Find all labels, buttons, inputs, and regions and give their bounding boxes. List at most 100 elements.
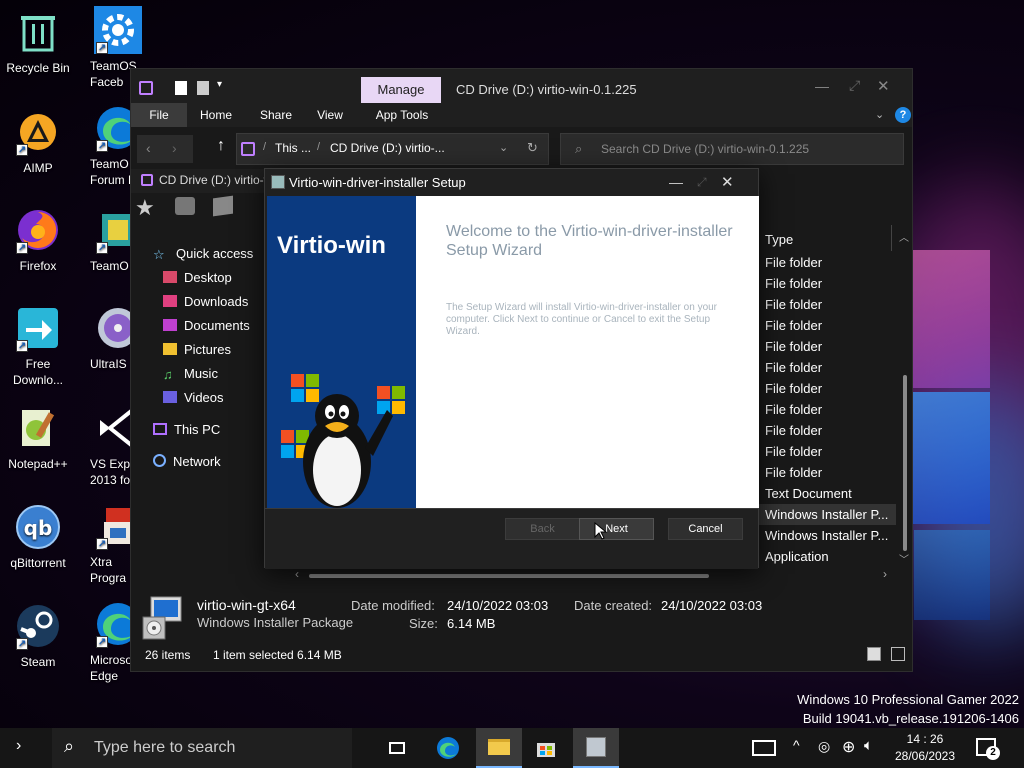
up-arrow-icon[interactable]: ↑ [217, 137, 225, 155]
windows-watermark: Windows 10 Professional Gamer 2022 Build… [797, 690, 1019, 728]
desktop-icon-firefox[interactable]: Firefox [0, 206, 76, 274]
type-cell[interactable]: Windows Installer P... [759, 504, 896, 525]
scroll-up-chevron-icon[interactable]: ︿ [899, 229, 909, 244]
start-chevron-icon[interactable]: › [16, 737, 21, 755]
back-button[interactable]: Back [505, 518, 580, 540]
type-cell[interactable]: File folder [759, 420, 896, 441]
refresh-icon[interactable]: ↻ [527, 140, 538, 156]
scroll-right-chevron-icon[interactable]: › [883, 567, 887, 581]
scrollbar-thumb[interactable] [903, 375, 907, 551]
shortcut-arrow-icon [16, 143, 28, 159]
taskbar-file-explorer[interactable] [476, 728, 522, 768]
search-input[interactable]: ⌕ Search CD Drive (D:) virtio-win-0.1.22… [560, 133, 904, 165]
volume-muted-icon[interactable]: 🔈︎ [864, 737, 873, 754]
properties-quick-icon[interactable] [175, 81, 187, 95]
windows-icon[interactable] [213, 195, 233, 217]
manage-contextual-tab[interactable]: Manage [361, 77, 441, 103]
setup-minimize-icon[interactable]: — [669, 169, 683, 196]
back-arrow-icon[interactable]: ‹ [146, 140, 151, 156]
nav-this-pc[interactable]: This PC [153, 418, 220, 442]
status-bar: 26 items 1 item selected 6.14 MB [131, 643, 912, 667]
nav-network[interactable]: Network [153, 450, 221, 474]
watermark-edition: Windows 10 Professional Gamer 2022 [797, 692, 1019, 707]
nav-desktop[interactable]: Desktop [163, 266, 232, 290]
type-cell[interactable]: File folder [759, 315, 896, 336]
type-cell[interactable]: File folder [759, 441, 896, 462]
maximize-icon[interactable]: ⤢ [849, 77, 860, 94]
recycle-bin-icon [14, 8, 62, 56]
nav-quick-access[interactable]: ☆ Quick access [153, 242, 253, 266]
network-icon [153, 454, 166, 467]
taskbar-store[interactable] [523, 728, 569, 768]
tab-home[interactable]: Home [193, 103, 239, 127]
nav-downloads[interactable]: Downloads [163, 290, 248, 314]
vertical-scrollbar[interactable]: ︿ ﹀ [899, 229, 911, 569]
expand-ribbon-chevron-icon[interactable]: ⌄ [875, 108, 884, 121]
scroll-left-chevron-icon[interactable]: ‹ [295, 567, 299, 581]
breadcrumb-cd-drive[interactable]: CD Drive (D:) virtio-... [330, 141, 445, 155]
type-cell[interactable]: Application [759, 546, 896, 567]
tray-overflow-chevron-icon[interactable]: ^ [793, 737, 800, 753]
desktop-icon-qbittorrent[interactable]: qb qBittorrent [0, 503, 76, 571]
next-button[interactable]: Next [579, 518, 654, 540]
desktop-icon-label: Free Downlo... [12, 357, 64, 387]
type-cell[interactable]: File folder [759, 252, 896, 273]
horizontal-scrollbar[interactable]: ‹ › [295, 567, 895, 583]
h-scrollbar-thumb[interactable] [309, 574, 709, 578]
type-cell[interactable]: Windows Installer P... [759, 525, 896, 546]
task-view-button[interactable] [374, 728, 420, 768]
desktop-icon-recycle-bin[interactable]: Recycle Bin [0, 8, 76, 76]
address-bar[interactable]: / This ... / CD Drive (D:) virtio-... ⌄ … [236, 133, 549, 165]
desktop-icon-notepad-plus-plus[interactable]: Notepad++ [0, 404, 76, 472]
minimize-icon[interactable]: — [815, 78, 829, 94]
desktop-icon-steam[interactable]: Steam [0, 602, 76, 670]
setup-heading: Welcome to the Virtio-win-driver-install… [446, 223, 733, 259]
taskbar-clock[interactable]: 14 : 26 28/06/2023 [892, 731, 958, 765]
type-cell[interactable]: File folder [759, 357, 896, 378]
behind-tab-label[interactable]: CD Drive (D:) virtio-wi [159, 173, 275, 187]
scroll-down-chevron-icon[interactable]: ﹀ [899, 551, 909, 566]
desktop-icon-label: AIMP [23, 161, 53, 175]
cancel-button[interactable]: Cancel [668, 518, 743, 540]
nav-pictures[interactable]: Pictures [163, 338, 231, 362]
type-cell[interactable]: Text Document [759, 483, 896, 504]
forward-arrow-icon[interactable]: › [172, 140, 177, 156]
nav-music[interactable]: ♫ Music [163, 362, 218, 386]
pin-star-icon[interactable]: ★ [135, 195, 155, 221]
watermark-build: Build 19041.vb_release.191206-1406 [802, 711, 1019, 726]
setup-close-icon[interactable]: ✕ [721, 169, 734, 196]
type-cell[interactable]: File folder [759, 273, 896, 294]
tab-app-tools[interactable]: App Tools [367, 103, 437, 127]
taskbar-installer[interactable] [573, 728, 619, 768]
desktop-icon-aimp[interactable]: AIMP [0, 108, 76, 176]
keyboard-icon[interactable] [752, 740, 776, 756]
customize-qat-chevron-icon[interactable]: ▾ [217, 79, 222, 90]
type-cell[interactable]: File folder [759, 462, 896, 483]
type-cell[interactable]: File folder [759, 378, 896, 399]
column-header-type[interactable]: Type [759, 229, 896, 250]
nav-documents[interactable]: Documents [163, 314, 250, 338]
help-icon[interactable]: ? [895, 107, 911, 123]
tab-share[interactable]: Share [253, 103, 299, 127]
tray-app-icon[interactable]: ◎ [818, 738, 830, 755]
type-cell[interactable]: File folder [759, 294, 896, 315]
type-cell[interactable]: File folder [759, 399, 896, 420]
shortcut-arrow-icon [96, 241, 108, 257]
new-folder-quick-icon[interactable] [197, 81, 209, 95]
network-globe-icon[interactable]: ⊕ [842, 737, 855, 757]
tab-file[interactable]: File [131, 103, 187, 127]
desktop-icon-free-download-manager[interactable]: Free Downlo... [0, 304, 76, 388]
breadcrumb-this-pc[interactable]: This ... [275, 141, 311, 155]
task-view-icon [389, 742, 405, 754]
details-view-icon[interactable] [867, 647, 881, 661]
tab-view[interactable]: View [307, 103, 353, 127]
taskbar-edge[interactable] [425, 728, 471, 768]
large-icons-view-icon[interactable] [891, 647, 905, 661]
address-dropdown-chevron-icon[interactable]: ⌄ [499, 141, 508, 154]
taskbar-search-box[interactable]: ⌕ Type here to search [52, 728, 352, 768]
nav-videos[interactable]: Videos [163, 386, 224, 410]
type-cell[interactable]: File folder [759, 336, 896, 357]
notification-center-icon[interactable]: 2 [976, 738, 1000, 760]
camera-icon[interactable] [175, 197, 195, 215]
close-icon[interactable]: ✕ [877, 77, 890, 95]
